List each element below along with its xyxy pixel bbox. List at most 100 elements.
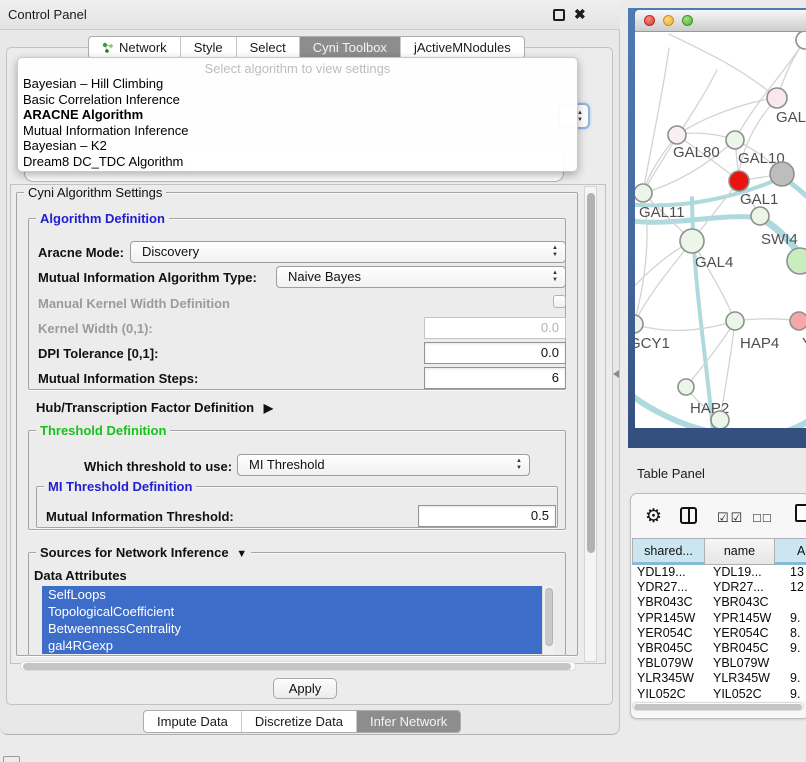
algorithm-option[interactable]: Basic Correlation Inference: [18, 92, 577, 108]
network-node-label: Y: [802, 335, 806, 352]
attribute-list-item[interactable]: TopologicalCoefficient: [42, 603, 542, 620]
manual-kernel-label: Manual Kernel Width Definition: [38, 296, 230, 311]
network-node-y[interactable]: [790, 312, 806, 330]
network-window-titlebar[interactable]: [635, 10, 806, 32]
control-panel-window: Control Panel ✖ NetworkStyleSelectCyni T…: [0, 0, 620, 735]
network-edge: [635, 321, 735, 330]
tab-infer-network[interactable]: Infer Network: [356, 711, 460, 732]
attribute-list-item[interactable]: BetweennessCentrality: [42, 620, 542, 637]
tab-jactivemnodules[interactable]: jActiveMNodules: [400, 37, 524, 58]
table-row[interactable]: YBR045CYBR045C9.: [632, 641, 806, 656]
table-row[interactable]: YLR345WYLR345W9.: [632, 671, 806, 686]
network-node-label: GAL1: [740, 191, 778, 208]
combo-spinner-icon: ▲▼: [516, 458, 522, 472]
network-node[interactable]: [796, 32, 806, 49]
algorithm-option[interactable]: Bayesian – K2: [18, 138, 577, 154]
table-column-header[interactable]: name: [705, 538, 775, 565]
network-node-gal10[interactable]: [726, 131, 744, 149]
network-node[interactable]: [711, 411, 729, 428]
algorithm-option[interactable]: Bayesian – Hill Climbing: [18, 76, 577, 92]
network-node-gal1[interactable]: [729, 171, 749, 191]
table-row[interactable]: YER054CYER054C8.: [632, 626, 806, 641]
network-node[interactable]: [787, 248, 806, 274]
network-node-gcy1[interactable]: [635, 315, 643, 333]
table-column-header[interactable]: A: [775, 538, 806, 565]
select-all-icon[interactable]: ☑☑: [717, 510, 744, 526]
network-node-gal4[interactable]: [680, 229, 704, 253]
combo-spinner-icon: ▲▼: [552, 245, 558, 259]
attribute-list-scrollbar[interactable]: [542, 586, 554, 654]
aracne-mode-label: Aracne Mode:: [38, 245, 124, 260]
tab-label: Style: [194, 40, 223, 55]
table-row[interactable]: YBL079WYBL079W: [632, 656, 806, 671]
table-row[interactable]: YIL052CYIL052C9.: [632, 687, 806, 702]
network-node-hap4[interactable]: [726, 312, 744, 330]
threshold-definition-title: Threshold Definition: [36, 423, 170, 438]
network-node-label: GCY1: [635, 335, 670, 352]
gear-icon[interactable]: ⚙: [645, 505, 662, 528]
table-row[interactable]: YDR27...YDR27...12: [632, 580, 806, 595]
mi-threshold-label: Mutual Information Threshold:: [46, 509, 234, 524]
tab-impute-data[interactable]: Impute Data: [144, 711, 241, 732]
table-column-header[interactable]: shared...: [632, 538, 705, 565]
scrollbar-thumb[interactable]: [23, 663, 571, 670]
minimize-traffic-light[interactable]: [663, 15, 674, 26]
algorithm-option[interactable]: ARACNE Algorithm: [18, 107, 577, 123]
new-table-icon[interactable]: [795, 504, 806, 522]
table-row[interactable]: YPR145WYPR145W9.: [632, 611, 806, 626]
split-columns-icon[interactable]: [680, 507, 697, 524]
tab-select[interactable]: Select: [236, 37, 299, 58]
dpi-tolerance-field[interactable]: 0.0: [424, 342, 566, 364]
scrollbar-thumb[interactable]: [545, 588, 553, 646]
mi-steps-label: Mutual Information Steps:: [38, 371, 198, 386]
table-row[interactable]: YDL19...YDL19...13: [632, 565, 806, 580]
tab-label: Infer Network: [370, 714, 447, 729]
deselect-all-icon[interactable]: □□: [753, 510, 773, 525]
tab-label: Select: [250, 40, 286, 55]
mi-threshold-field[interactable]: 0.5: [418, 505, 556, 527]
network-node-gal[interactable]: [767, 88, 787, 108]
close-traffic-light[interactable]: [644, 15, 655, 26]
tab-label: Discretize Data: [255, 714, 343, 729]
table-cell: YER054C: [713, 626, 769, 641]
network-node-gal80[interactable]: [668, 126, 686, 144]
sources-toggle[interactable]: Sources for Network Inference ▼: [36, 545, 251, 560]
table-horizontal-scrollbar[interactable]: [632, 702, 804, 711]
kernel-width-field[interactable]: 0.0: [424, 317, 566, 339]
table-row[interactable]: YBR043CYBR043C: [632, 595, 806, 610]
apply-button[interactable]: Apply: [273, 678, 337, 699]
close-icon[interactable]: ✖: [574, 6, 586, 23]
scrollbar-thumb[interactable]: [634, 704, 802, 710]
attribute-list-item[interactable]: gal4RGexp: [42, 637, 542, 654]
which-threshold-combo[interactable]: MI Threshold ▲▼: [237, 454, 530, 476]
partial-button[interactable]: [3, 756, 20, 762]
network-node[interactable]: [770, 162, 794, 186]
manual-kernel-checkbox[interactable]: [553, 295, 566, 308]
float-window-icon[interactable]: [553, 9, 565, 21]
combo-spinner-icon: ▲▼: [552, 270, 558, 284]
settings-horizontal-scrollbar[interactable]: [20, 661, 576, 671]
tab-style[interactable]: Style: [180, 37, 236, 58]
network-node-hap2[interactable]: [678, 379, 694, 395]
network-node-swi4[interactable]: [751, 207, 769, 225]
zoom-traffic-light[interactable]: [682, 15, 693, 26]
divider-collapse-arrow[interactable]: [613, 370, 619, 378]
table-cell: 8.: [790, 626, 800, 641]
tab-network[interactable]: Network: [89, 37, 180, 58]
attribute-list-item[interactable]: SelfLoops: [42, 586, 542, 603]
algorithm-option[interactable]: Dream8 DC_TDC Algorithm: [18, 154, 577, 170]
network-graph[interactable]: GALGAL80GAL10GAL1GAL11SWI4GAL4GCY1HAP4YH…: [635, 32, 806, 428]
mi-steps-field[interactable]: 6: [424, 367, 566, 389]
network-node-gal11[interactable]: [635, 184, 652, 202]
network-canvas[interactable]: GALGAL80GAL10GAL1GAL11SWI4GAL4GCY1HAP4YH…: [635, 32, 806, 428]
sources-title: Sources for Network Inference: [40, 545, 229, 560]
settings-vertical-scrollbar[interactable]: [584, 186, 597, 662]
hub-section-toggle[interactable]: Hub/Transcription Factor Definition ▶: [36, 400, 273, 415]
aracne-mode-combo[interactable]: Discovery ▲▼: [130, 241, 566, 263]
table-panel-title: Table Panel: [637, 466, 705, 481]
mi-type-combo[interactable]: Naive Bayes ▲▼: [276, 266, 566, 288]
scrollbar-thumb[interactable]: [587, 193, 595, 553]
tab-discretize-data[interactable]: Discretize Data: [241, 711, 356, 732]
algorithm-option[interactable]: Mutual Information Inference: [18, 123, 577, 139]
tab-cyni-toolbox[interactable]: Cyni Toolbox: [299, 37, 400, 58]
